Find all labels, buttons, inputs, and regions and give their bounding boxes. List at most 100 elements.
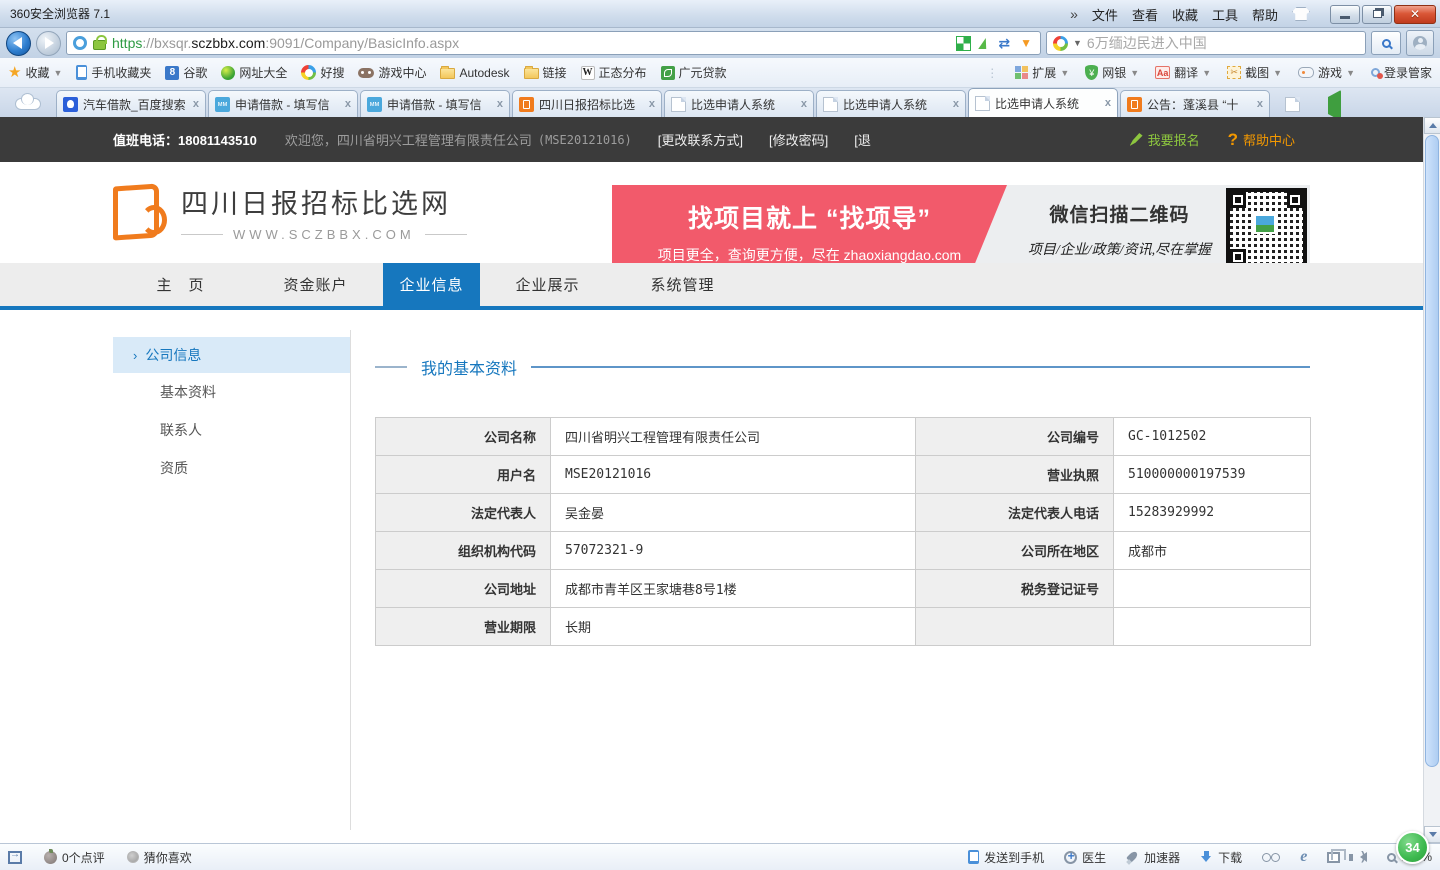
- side-panel-button[interactable]: [8, 851, 22, 864]
- bookmark-loan[interactable]: 广元贷款: [661, 64, 727, 81]
- booster-button[interactable]: 加速器: [1126, 849, 1180, 866]
- ad-banner[interactable]: 找项目就上 “找项导” 项目更全，查询更方便，尽在 zhaoxiangdao.c…: [612, 185, 1310, 272]
- search-engine-dropdown-icon[interactable]: ▼: [1073, 38, 1082, 48]
- field-label: 营业执照: [916, 456, 1114, 494]
- close-icon[interactable]: x: [649, 98, 655, 110]
- refresh-icon[interactable]: ⇄: [998, 35, 1010, 52]
- skin-icon[interactable]: [1292, 7, 1310, 21]
- reopen-tab-button[interactable]: [1328, 97, 1341, 114]
- mute-button[interactable]: [1360, 852, 1367, 862]
- toolbar-login-manager[interactable]: 登录管家: [1371, 64, 1432, 81]
- nav-system-manage[interactable]: 系统管理: [615, 263, 750, 306]
- toolbar-ebank[interactable]: ¥网银▼: [1085, 64, 1139, 81]
- close-icon[interactable]: x: [801, 98, 807, 110]
- restore-button[interactable]: [1362, 5, 1392, 24]
- tab-loan-apply-2[interactable]: 申请借款 - 填写信x: [360, 90, 510, 117]
- menu-tools[interactable]: 工具: [1212, 5, 1238, 24]
- menu-overflow-icon[interactable]: »: [1070, 6, 1078, 22]
- toolbar-extensions[interactable]: 扩展▼: [1015, 64, 1069, 81]
- tab-notice[interactable]: 公告：蓬溪县 “十x: [1120, 90, 1270, 117]
- table-row: 营业期限 长期: [376, 608, 1311, 646]
- close-icon[interactable]: x: [1257, 98, 1263, 110]
- menu-help[interactable]: 帮助: [1252, 5, 1278, 24]
- change-password-link[interactable]: [修改密码]: [769, 130, 828, 149]
- bookmark-links-folder[interactable]: 链接: [524, 64, 567, 81]
- close-icon[interactable]: x: [1105, 97, 1111, 109]
- site-logo[interactable]: 四川日报招标比选网 WWW.SCZBBX.COM: [113, 182, 467, 242]
- bookmark-site-directory[interactable]: 网址大全: [221, 64, 287, 81]
- close-icon[interactable]: x: [193, 98, 199, 110]
- speed-mode-icon[interactable]: [979, 38, 991, 49]
- bookmark-game-center[interactable]: 游戏中心: [358, 64, 426, 81]
- back-button[interactable]: [6, 31, 31, 56]
- close-icon[interactable]: x: [953, 98, 959, 110]
- cloud-icon: [15, 98, 41, 110]
- forward-button[interactable]: [36, 31, 61, 56]
- sidebar-header-company-info[interactable]: › 公司信息: [113, 337, 350, 373]
- nav-home[interactable]: 主 页: [113, 263, 248, 306]
- scroll-up-button[interactable]: [1424, 117, 1440, 134]
- notification-badge[interactable]: 34: [1396, 831, 1429, 864]
- nav-funds-account[interactable]: 资金账户: [248, 263, 383, 306]
- page-icon: [671, 97, 686, 112]
- close-button[interactable]: ✕: [1394, 5, 1436, 24]
- bookmark-mobile-favorites[interactable]: 手机收藏夹: [76, 64, 151, 81]
- reviews-button[interactable]: 0个点评: [44, 849, 105, 866]
- dropdown-icon[interactable]: ▼: [1020, 36, 1032, 50]
- wikipedia-w-icon: W: [581, 66, 595, 80]
- field-label: 公司所在地区: [916, 532, 1114, 570]
- user-code: (MSE20121016): [538, 133, 632, 147]
- tab-bixuan-1[interactable]: 比选申请人系统x: [664, 90, 814, 117]
- menu-file[interactable]: 文件: [1092, 5, 1118, 24]
- bookmark-autodesk-folder[interactable]: Autodesk: [440, 66, 509, 80]
- signup-link[interactable]: 我要报名: [1130, 130, 1200, 149]
- ssl-lock-icon[interactable]: [93, 40, 106, 50]
- new-tab-button[interactable]: [1280, 93, 1304, 115]
- search-button[interactable]: [1371, 31, 1401, 55]
- bookmark-haosou[interactable]: 好搜: [301, 64, 344, 81]
- tab-baidu-search[interactable]: 汽车借款_百度搜索x: [56, 90, 206, 117]
- toolbar-translate[interactable]: Aa翻译▼: [1155, 64, 1211, 81]
- toolbar-games[interactable]: 游戏▼: [1298, 64, 1355, 81]
- scrollbar-thumb[interactable]: [1425, 135, 1439, 767]
- url-field[interactable]: https://bxsqr.sczbbx.com:9091/Company/Ba…: [66, 31, 1041, 55]
- nav-company-display[interactable]: 企业展示: [480, 263, 615, 306]
- logout-link[interactable]: [退: [854, 130, 871, 149]
- change-contact-link[interactable]: [更改联系方式]: [658, 130, 743, 149]
- search-engine-icon[interactable]: [1053, 36, 1068, 51]
- page-scrollbar[interactable]: [1423, 117, 1440, 843]
- guess-you-like-button[interactable]: 猜你喜欢: [127, 849, 192, 866]
- close-icon[interactable]: x: [497, 98, 503, 110]
- search-box[interactable]: ▼: [1046, 31, 1366, 55]
- close-icon[interactable]: x: [345, 98, 351, 110]
- bookmark-google[interactable]: 8谷歌: [165, 64, 207, 81]
- skin-glasses-button[interactable]: [1262, 853, 1280, 862]
- menu-favorites[interactable]: 收藏: [1172, 5, 1198, 24]
- help-center-link[interactable]: ?帮助中心: [1228, 130, 1295, 150]
- user-account-button[interactable]: [1406, 30, 1434, 56]
- ie-mode-button[interactable]: e: [1300, 848, 1307, 866]
- doctor-button[interactable]: 医生: [1064, 849, 1106, 866]
- bookmark-favorites[interactable]: ★收藏▼: [8, 64, 62, 81]
- url-text[interactable]: https://bxsqr.sczbbx.com:9091/Company/Ba…: [112, 35, 951, 51]
- bookmark-wikipedia[interactable]: W正态分布: [581, 64, 647, 81]
- download-button[interactable]: 下载: [1200, 849, 1242, 866]
- windows-button[interactable]: [1327, 852, 1340, 863]
- field-value: [1114, 570, 1311, 608]
- tab-sczbbx[interactable]: 四川日报招标比选x: [512, 90, 662, 117]
- tab-bixuan-active[interactable]: 比选申请人系统x: [968, 88, 1118, 117]
- tab-loan-apply-1[interactable]: 申请借款 - 填写信x: [208, 90, 358, 117]
- toolbar-screenshot[interactable]: ✂截图▼: [1227, 64, 1282, 81]
- search-input[interactable]: [1087, 35, 1359, 51]
- send-to-phone-button[interactable]: 发送到手机: [968, 849, 1044, 866]
- menu-view[interactable]: 查看: [1132, 5, 1158, 24]
- sidebar-item-qualification[interactable]: 资质: [113, 449, 350, 487]
- tab-bixuan-2[interactable]: 比选申请人系统x: [816, 90, 966, 117]
- sidebar-item-basic-info[interactable]: 基本资料: [113, 373, 350, 411]
- nav-company-info[interactable]: 企业信息: [383, 263, 480, 306]
- pencil-icon: [1130, 133, 1143, 146]
- sidebar-item-contacts[interactable]: 联系人: [113, 411, 350, 449]
- minimize-button[interactable]: [1330, 5, 1360, 24]
- qr-login-icon[interactable]: [957, 37, 970, 50]
- cloud-sync-button[interactable]: [8, 93, 48, 115]
